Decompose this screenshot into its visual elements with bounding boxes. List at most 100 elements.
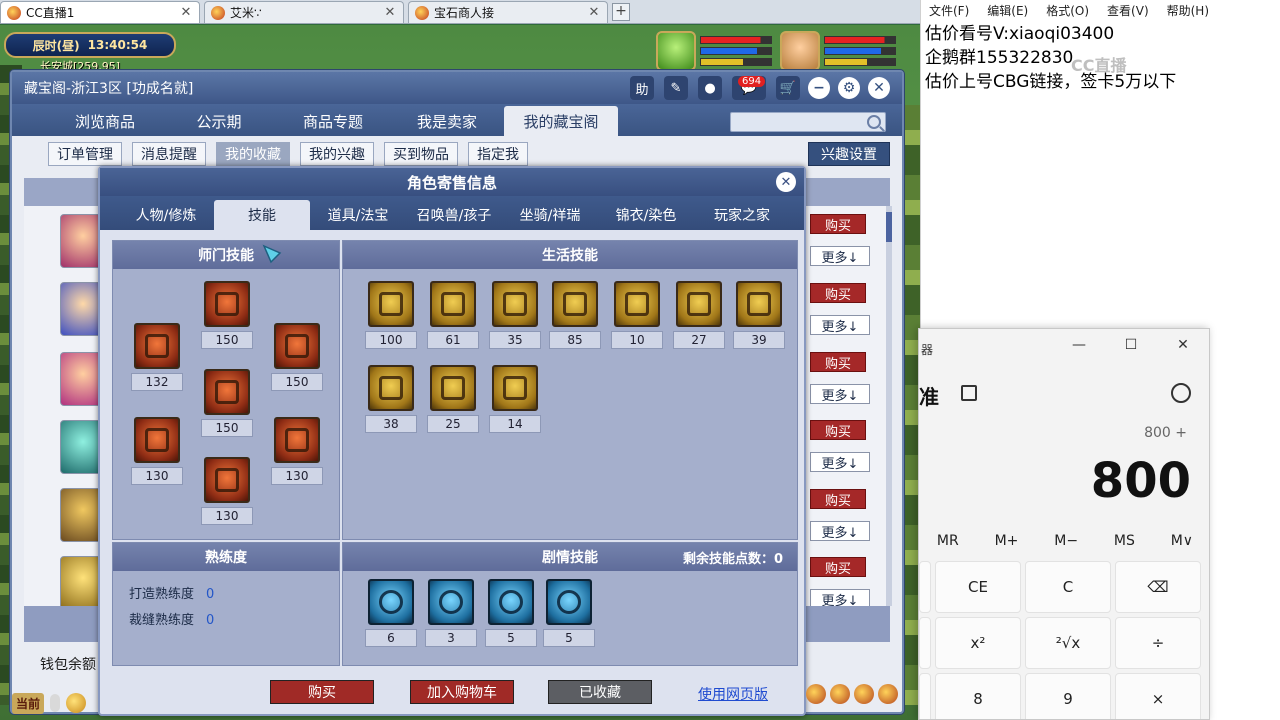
sub-tab-messages[interactable]: 消息提醒 [132, 142, 206, 166]
nav-tab-my-pavilion[interactable]: 我的藏宝阁 [504, 106, 618, 136]
clear-button[interactable]: C [1025, 561, 1111, 613]
gear-icon[interactable]: ⚙ [838, 77, 860, 99]
sub-tab-purchased[interactable]: 买到物品 [384, 142, 458, 166]
menu-edit[interactable]: 编辑(E) [987, 2, 1028, 19]
pet-portrait-icon[interactable] [656, 31, 696, 71]
nav-tab-publicity[interactable]: 公示期 [162, 106, 276, 136]
scrollbar-thumb[interactable] [886, 212, 892, 242]
emoji-icon[interactable] [66, 693, 87, 713]
more-button[interactable]: 更多↓ [810, 315, 870, 335]
key-partial[interactable] [919, 673, 931, 719]
school-skill[interactable]: 150 [201, 369, 253, 437]
close-icon[interactable]: ✕ [179, 5, 193, 20]
memory-list-button[interactable]: M∨ [1171, 533, 1193, 549]
school-skill[interactable]: 150 [201, 281, 253, 349]
quick-slot-icon[interactable] [878, 684, 898, 704]
sub-tab-orders[interactable]: 订单管理 [48, 142, 122, 166]
sub-tab-favorites[interactable]: 我的收藏 [216, 142, 290, 166]
close-icon[interactable]: ✕ [776, 172, 796, 192]
buy-button[interactable]: 购买 [810, 352, 866, 372]
more-button[interactable]: 更多↓ [810, 246, 870, 266]
memory-store-button[interactable]: MS [1114, 533, 1135, 549]
help-button[interactable]: 助 [630, 76, 654, 100]
new-tab-button[interactable]: + [612, 3, 630, 21]
more-button[interactable]: 更多↓ [810, 521, 870, 541]
digit-8-button[interactable]: 8 [935, 673, 1021, 719]
memory-add-button[interactable]: M+ [995, 533, 1019, 549]
life-skill[interactable]: 100 [365, 281, 417, 349]
backspace-button[interactable]: ⌫ [1115, 561, 1201, 613]
menu-format[interactable]: 格式(O) [1046, 2, 1089, 19]
quick-slot-icon[interactable] [854, 684, 874, 704]
search-icon[interactable] [867, 115, 881, 129]
buy-button[interactable]: 购买 [810, 420, 866, 440]
memory-recall-button[interactable]: MR [937, 533, 959, 549]
minimize-icon[interactable]: — [1069, 337, 1089, 353]
quick-slot-icon[interactable] [806, 684, 826, 704]
buy-button[interactable]: 购买 [270, 680, 374, 704]
sub-tab-assigned[interactable]: 指定我 [468, 142, 528, 166]
key-partial[interactable] [919, 561, 931, 613]
life-skill[interactable]: 27 [673, 281, 725, 349]
close-icon[interactable]: ✕ [383, 5, 397, 20]
school-skill[interactable]: 130 [271, 417, 323, 485]
life-skill[interactable]: 25 [427, 365, 479, 433]
story-skill[interactable]: 6 [365, 579, 417, 647]
story-skill[interactable]: 5 [543, 579, 595, 647]
square-button[interactable]: x² [935, 617, 1021, 669]
divide-button[interactable]: ÷ [1115, 617, 1201, 669]
buy-button[interactable]: 购买 [810, 557, 866, 577]
browser-tab-aimi[interactable]: 艾米∵ ✕ [204, 1, 404, 23]
record-icon[interactable]: ● [698, 76, 722, 100]
quick-slot-icon[interactable] [830, 684, 850, 704]
sub-tab-interests[interactable]: 我的兴趣 [300, 142, 374, 166]
maximize-icon[interactable]: ☐ [1121, 337, 1141, 353]
life-skill[interactable]: 61 [427, 281, 479, 349]
buy-button[interactable]: 购买 [810, 214, 866, 234]
tab-skills[interactable]: 技能 [214, 200, 310, 230]
minimize-icon[interactable]: − [808, 77, 830, 99]
nav-tab-seller[interactable]: 我是卖家 [390, 106, 504, 136]
close-icon[interactable]: ✕ [1173, 337, 1193, 353]
nav-tab-topics[interactable]: 商品专题 [276, 106, 390, 136]
player-portrait-icon[interactable] [780, 31, 820, 71]
life-skill[interactable]: 14 [489, 365, 541, 433]
menu-help[interactable]: 帮助(H) [1167, 2, 1209, 19]
edit-icon[interactable]: ✎ [664, 76, 688, 100]
web-version-link[interactable]: 使用网页版 [698, 684, 768, 704]
tab-items[interactable]: 道具/法宝 [310, 200, 406, 230]
memory-subtract-button[interactable]: M− [1054, 533, 1078, 549]
key-partial[interactable] [919, 617, 931, 669]
life-skill[interactable]: 35 [489, 281, 541, 349]
search-input[interactable] [730, 112, 886, 132]
add-to-cart-button[interactable]: 加入购物车 [410, 680, 514, 704]
school-skill[interactable]: 130 [201, 457, 253, 525]
digit-9-button[interactable]: 9 [1025, 673, 1111, 719]
list-scrollbar[interactable] [886, 206, 892, 606]
close-icon[interactable]: ✕ [587, 5, 601, 20]
more-button[interactable]: 更多↓ [810, 452, 870, 472]
more-button[interactable]: 更多↓ [810, 384, 870, 404]
life-skill[interactable]: 85 [549, 281, 601, 349]
tab-outfits[interactable]: 锦衣/染色 [598, 200, 694, 230]
story-skill[interactable]: 3 [425, 579, 477, 647]
history-icon[interactable] [1171, 383, 1191, 403]
tab-character[interactable]: 人物/修炼 [118, 200, 214, 230]
square-root-button[interactable]: ²√x [1025, 617, 1111, 669]
cart-icon[interactable]: 🛒 [776, 76, 800, 100]
buy-button[interactable]: 购买 [810, 489, 866, 509]
life-skill[interactable]: 10 [611, 281, 663, 349]
interest-settings-button[interactable]: 兴趣设置 [808, 142, 890, 166]
keep-on-top-icon[interactable] [961, 385, 977, 401]
browser-tab-cc-live[interactable]: CC直播1 ✕ [0, 1, 200, 23]
favorited-button[interactable]: 已收藏 [548, 680, 652, 704]
menu-view[interactable]: 查看(V) [1107, 2, 1149, 19]
buy-button[interactable]: 购买 [810, 283, 866, 303]
close-icon[interactable]: ✕ [868, 77, 890, 99]
browser-tab-gem-merchant[interactable]: 宝石商人接 ✕ [408, 1, 608, 23]
life-skill[interactable]: 39 [733, 281, 785, 349]
menu-file[interactable]: 文件(F) [929, 2, 969, 19]
story-skill[interactable]: 5 [485, 579, 537, 647]
chat-channel-current[interactable]: 当前 [12, 692, 45, 714]
tab-player-home[interactable]: 玩家之家 [694, 200, 790, 230]
